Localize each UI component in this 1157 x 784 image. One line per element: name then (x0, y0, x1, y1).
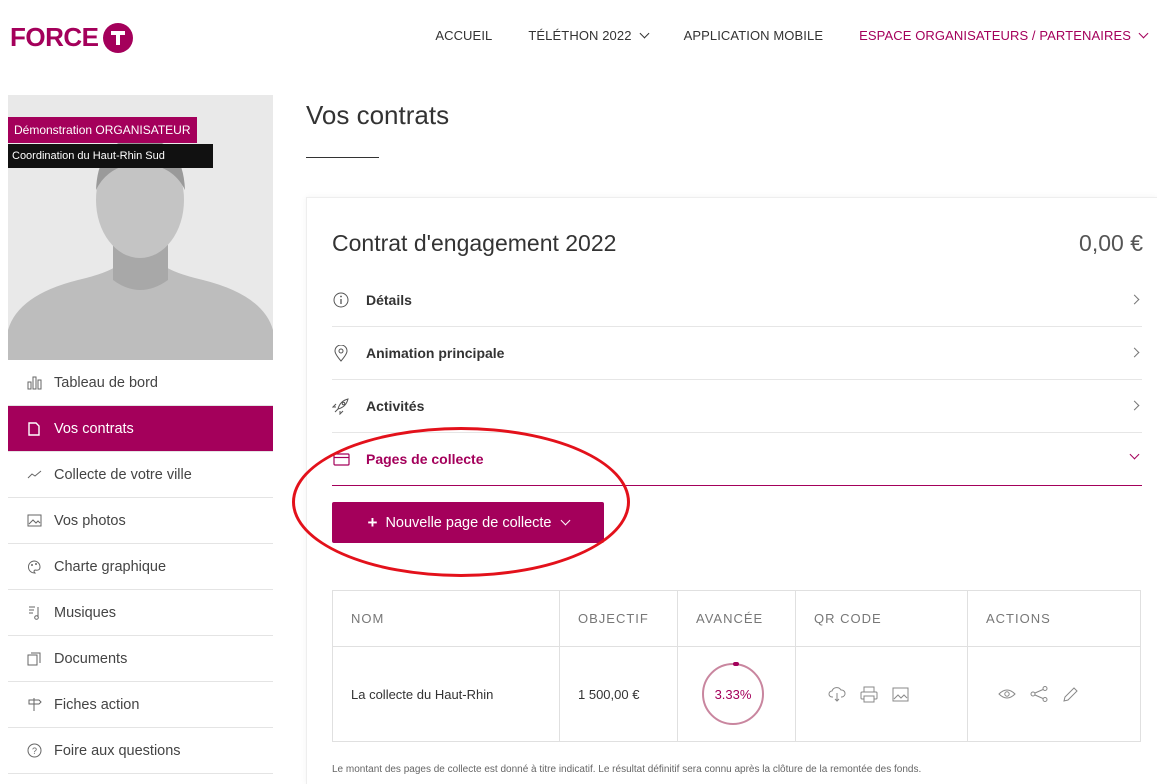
force-t-logo[interactable]: FORCE (10, 22, 133, 53)
collect-pages-table: NOM OBJECTIF AVANCÉE QR CODE ACTIONS La … (332, 590, 1141, 742)
chevron-right-icon (1129, 400, 1140, 411)
nav-espace-organisateurs[interactable]: ESPACE ORGANISATEURS / PARTENAIRES (859, 28, 1149, 43)
sidebar-item-collecte-ville[interactable]: Collecte de votre ville (8, 452, 273, 498)
chevron-right-icon (1129, 294, 1140, 305)
column-header-objectif: OBJECTIF (559, 590, 678, 647)
share-icon[interactable] (1030, 686, 1048, 702)
page-title: Vos contrats (306, 100, 450, 130)
progress-label: 3.33% (714, 686, 752, 702)
sidebar-item-fiches-action[interactable]: Fiches action (8, 682, 273, 728)
progress-ring: 3.33% (702, 662, 764, 725)
document-icon (26, 421, 42, 437)
chevron-down-icon (1138, 28, 1149, 39)
info-icon (332, 292, 350, 308)
signpost-icon (26, 697, 42, 713)
avatar: Démonstration ORGANISATEUR Coordination … (8, 95, 273, 360)
table-header-row: NOM OBJECTIF AVANCÉE QR CODE ACTIONS (332, 590, 1141, 647)
cloud-download-icon[interactable] (828, 686, 846, 702)
section-details[interactable]: Détails (332, 274, 1142, 327)
table-row: La collecte du Haut-Rhin 1 500,00 € 3.33… (332, 646, 1141, 742)
main-nav: ACCUEIL TÉLÉTHON 2022 APPLICATION MOBILE… (399, 28, 1149, 43)
site-header: FORCE ACCUEIL TÉLÉTHON 2022 APPLICATION … (0, 0, 1157, 70)
trend-icon (26, 467, 42, 483)
logo-text: FORCE (10, 22, 99, 52)
sidebar-item-faq[interactable]: ? Foire aux questions (8, 728, 273, 774)
nav-application-mobile[interactable]: APPLICATION MOBILE (684, 28, 824, 43)
chevron-right-icon (1129, 347, 1140, 358)
sidebar-item-documents[interactable]: Documents (8, 636, 273, 682)
sidebar: Démonstration ORGANISATEUR Coordination … (8, 95, 273, 774)
cell-objective: 1 500,00 € (559, 646, 678, 742)
section-activites[interactable]: Activités (332, 380, 1142, 433)
sidebar-item-vos-contrats[interactable]: Vos contrats (8, 406, 273, 452)
footnote: Le montant des pages de collecte est don… (332, 764, 922, 775)
role-badge: Démonstration ORGANISATEUR (8, 117, 197, 143)
sidebar-item-vos-photos[interactable]: Vos photos (8, 498, 273, 544)
documents-icon (26, 651, 42, 667)
eye-icon[interactable] (998, 688, 1016, 700)
cell-progress: 3.33% (677, 646, 796, 742)
edit-pencil-icon[interactable] (1062, 686, 1079, 703)
cell-name: La collecte du Haut-Rhin (332, 646, 560, 742)
column-header-avancee: AVANCÉE (677, 590, 796, 647)
nav-telethon-2022[interactable]: TÉLÉTHON 2022 (528, 28, 650, 43)
question-icon: ? (26, 743, 42, 759)
rocket-icon (332, 397, 350, 415)
column-header-qr-code: QR CODE (795, 590, 968, 647)
contract-title: Contrat d'engagement 2022 (332, 230, 617, 256)
coordination-badge: Coordination du Haut-Rhin Sud (8, 144, 213, 168)
title-divider (306, 157, 379, 158)
section-animation-principale[interactable]: Animation principale (332, 327, 1142, 380)
logo-t-icon (102, 22, 133, 53)
sidebar-item-musiques[interactable]: Musiques (8, 590, 273, 636)
chevron-down-icon (1129, 449, 1140, 460)
music-icon (26, 605, 42, 621)
image-icon (26, 513, 42, 529)
image-icon[interactable] (892, 687, 909, 702)
cell-qr-code (795, 646, 968, 742)
print-icon[interactable] (860, 686, 878, 703)
contract-amount: 0,00 € (1079, 230, 1143, 256)
column-header-actions: ACTIONS (967, 590, 1141, 647)
location-pin-icon (332, 344, 350, 362)
chevron-down-icon (639, 28, 650, 39)
column-header-nom: NOM (332, 590, 560, 647)
cell-actions (967, 646, 1141, 742)
palette-icon (26, 559, 42, 575)
sidebar-item-charte-graphique[interactable]: Charte graphique (8, 544, 273, 590)
svg-text:?: ? (31, 746, 36, 756)
red-annotation-circle (292, 427, 630, 577)
sidebar-item-tableau-de-bord[interactable]: Tableau de bord (8, 360, 273, 406)
dashboard-icon (26, 375, 42, 391)
nav-accueil[interactable]: ACCUEIL (435, 28, 492, 43)
